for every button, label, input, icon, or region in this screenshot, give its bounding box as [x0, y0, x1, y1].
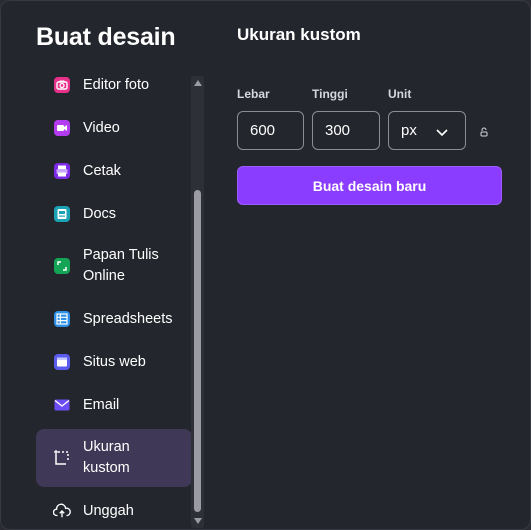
custom-size-icon	[53, 449, 71, 467]
menu-item-label: Docs	[83, 205, 117, 222]
email-icon	[53, 396, 71, 414]
scroll-thumb[interactable]	[194, 190, 201, 512]
camera-icon	[53, 76, 71, 94]
page-title: Ukuran kustom	[237, 25, 361, 44]
menu-item-docs[interactable]: Docs	[36, 200, 192, 228]
whiteboard-icon	[53, 257, 71, 275]
sidebar-title: Buat desain	[36, 23, 176, 51]
menu-item-print[interactable]: Cetak	[36, 157, 192, 185]
height-input[interactable]	[312, 111, 380, 150]
menu-item-photo-editor[interactable]: Editor foto	[36, 71, 192, 99]
height-label: Tinggi	[312, 87, 348, 101]
menu-item-label: Situs web	[83, 353, 146, 370]
doc-icon	[53, 205, 71, 223]
upload-cloud-icon	[53, 502, 71, 520]
create-design-panel: Buat desain Editor foto Video Cetak Docs…	[0, 0, 531, 530]
menu-item-label: Editor foto	[83, 76, 150, 93]
menu-item-custom-size[interactable]: Ukuran kustom	[36, 429, 192, 487]
menu-item-email[interactable]: Email	[36, 391, 192, 419]
lock-aspect-ratio-icon[interactable]	[479, 124, 489, 142]
menu-item-label: Spreadsheets	[83, 310, 173, 327]
video-camera-icon	[53, 119, 71, 137]
website-icon	[53, 353, 71, 371]
sidebar: Buat desain Editor foto Video Cetak Docs…	[1, 1, 209, 529]
menu-item-upload[interactable]: Unggah	[36, 497, 192, 525]
custom-size-form: Ukuran kustom Lebar Tinggi Unit px Buat …	[209, 1, 530, 529]
width-label: Lebar	[237, 87, 270, 101]
unit-select[interactable]: px	[388, 111, 466, 150]
menu-item-spreadsheets[interactable]: Spreadsheets	[36, 305, 192, 333]
sidebar-scrollbar[interactable]	[191, 76, 204, 528]
menu-item-label: Email	[83, 396, 120, 413]
chevron-down-icon	[436, 124, 448, 142]
unit-label: Unit	[388, 87, 412, 101]
printer-icon	[53, 162, 71, 180]
unit-select-value: px	[401, 122, 417, 139]
scroll-up-arrow-icon[interactable]	[194, 80, 202, 86]
menu-item-video[interactable]: Video	[36, 114, 192, 142]
create-new-design-button[interactable]: Buat desain baru	[237, 166, 502, 205]
menu-item-label: Video	[83, 119, 120, 136]
menu-item-website[interactable]: Situs web	[36, 348, 192, 376]
menu-item-whiteboard[interactable]: Papan Tulis Online	[36, 243, 192, 289]
scroll-down-arrow-icon[interactable]	[194, 518, 202, 524]
menu-item-label: Unggah	[83, 502, 134, 519]
design-type-menu: Editor foto Video Cetak Docs Papan Tulis…	[36, 63, 192, 529]
width-input[interactable]	[237, 111, 304, 150]
menu-item-label: Cetak	[83, 162, 121, 179]
spreadsheet-icon	[53, 310, 71, 328]
menu-item-label: Ukuran kustom	[83, 439, 130, 476]
menu-item-label: Papan Tulis Online	[83, 247, 159, 284]
